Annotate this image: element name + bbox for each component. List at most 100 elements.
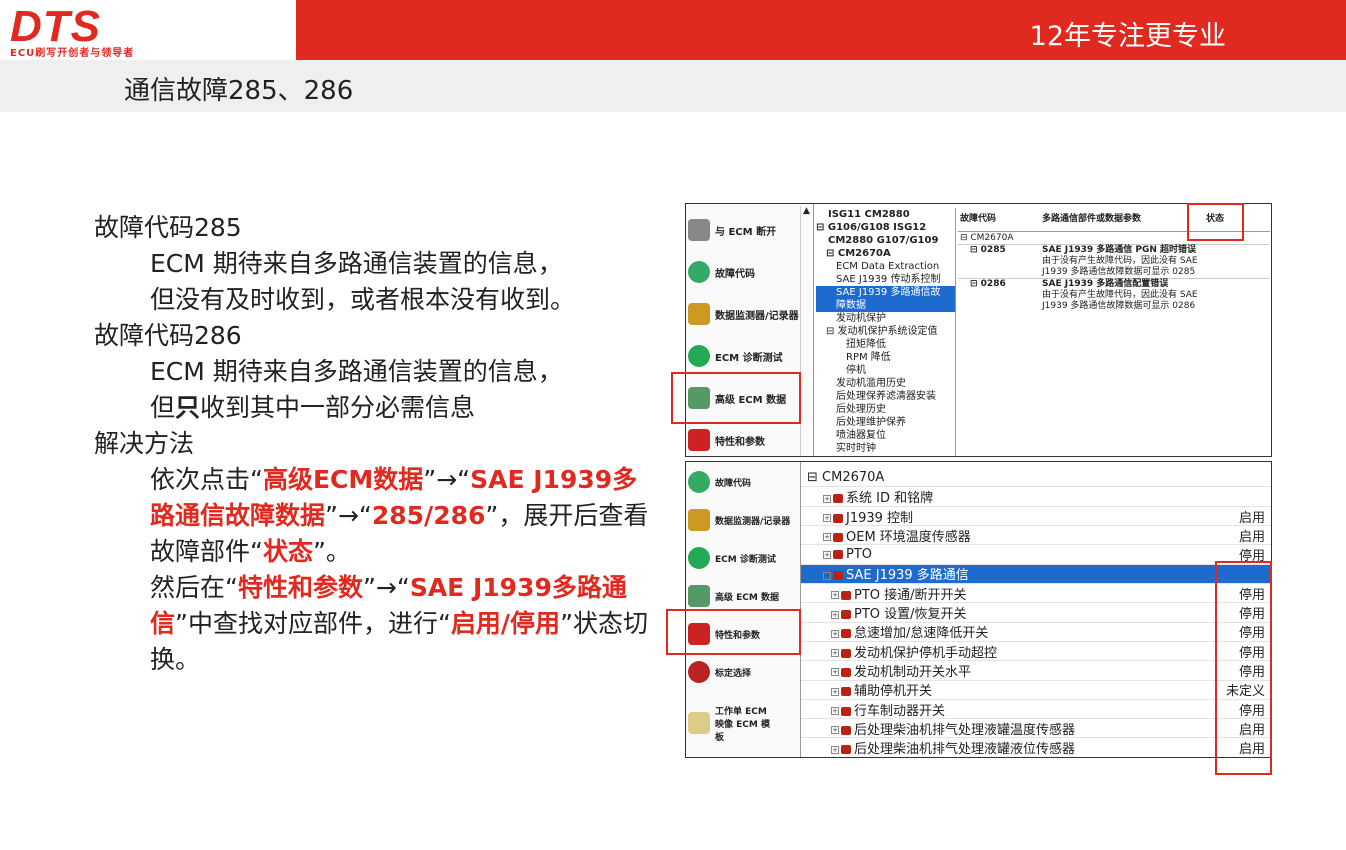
expand-icon[interactable]: + bbox=[823, 494, 831, 503]
nav-disconnect[interactable]: 与 ECM 断开 bbox=[688, 210, 802, 250]
solution-step-2: 然后在“特性和参数”→“SAE J1939多路通信”中查找对应部件，进行“启用/… bbox=[94, 570, 654, 678]
nav-ecm-diag[interactable]: ECM 诊断测试 bbox=[688, 336, 802, 376]
collapse-icon[interactable]: − bbox=[823, 571, 831, 580]
expand-icon[interactable]: + bbox=[823, 550, 831, 559]
parameter-row[interactable]: + PTO 停用 bbox=[801, 546, 1271, 565]
expand-icon[interactable]: + bbox=[823, 514, 831, 523]
flask-icon bbox=[688, 345, 710, 367]
tree-item[interactable]: ⊟ 发动机保护系统设定值 bbox=[816, 325, 955, 338]
parameter-row[interactable]: + J1939 控制 启用 bbox=[801, 507, 1271, 527]
nav-data-monitor[interactable]: 数据监测器/记录器 bbox=[688, 500, 802, 540]
parameter-row[interactable]: + PTO 设置/恢复开关 停用 bbox=[801, 603, 1271, 623]
expand-icon[interactable]: + bbox=[831, 707, 839, 716]
nav-label: 特性和参数 bbox=[715, 436, 765, 448]
fault-code: ⊟ 0285 bbox=[970, 245, 1006, 255]
solution-title: 解决方法 bbox=[94, 429, 195, 458]
emphasis: 只 bbox=[175, 393, 201, 422]
tree-item[interactable]: RPM 降低 bbox=[816, 351, 955, 364]
parameter-text: PTO bbox=[846, 547, 873, 563]
tree-item[interactable]: 后处理历史 bbox=[816, 403, 955, 416]
expand-icon[interactable]: + bbox=[831, 726, 839, 735]
parameter-row[interactable]: − SAE J1939 多路通信 bbox=[801, 564, 1271, 585]
parameter-value[interactable]: 启用 bbox=[1239, 507, 1265, 526]
table-row[interactable]: ⊟ 0285 SAE J1939 多路通信 PGN 超时错误 由于没有产生故障代… bbox=[958, 244, 1270, 278]
fault-detail: SAE J1939 多路通信配置错误 由于没有产生故障代码，因此没有 SAE J… bbox=[1042, 279, 1270, 312]
highlight: 特性和参数 bbox=[237, 573, 363, 602]
tree-root-label: ⊟ CM2670A bbox=[807, 469, 885, 485]
tree-item[interactable]: ISG11 CM2880 bbox=[816, 208, 955, 221]
nav-features[interactable]: 特性和参数 bbox=[688, 420, 802, 456]
toolbox-icon bbox=[688, 429, 710, 451]
chart-icon bbox=[688, 509, 710, 531]
tree-item-selected[interactable]: 障数据 bbox=[816, 299, 955, 312]
parameter-row[interactable]: + PTO 接通/断开开关 停用 bbox=[801, 584, 1271, 604]
parameter-row[interactable]: + 怠速增加/怠速降低开关 停用 bbox=[801, 623, 1271, 642]
parameter-text: 发动机制动开关水平 bbox=[854, 664, 972, 680]
expand-icon[interactable]: + bbox=[823, 533, 831, 542]
tree-item[interactable]: 扭矩降低 bbox=[816, 338, 955, 351]
nav-label: 数据监测器/记录器 bbox=[715, 516, 791, 527]
solution-step-1: 依次点击“高级ECM数据”→“SAE J1939多路通信故障数据”→“285/2… bbox=[94, 462, 654, 570]
parameter-text: SAE J1939 多路通信 bbox=[846, 568, 969, 584]
text-segment: 然后在“ bbox=[150, 573, 238, 602]
advanced-ecm-highlight bbox=[671, 372, 801, 424]
fault-286-title: 故障代码286 bbox=[94, 321, 242, 350]
parameter-row[interactable]: + 辅助停机开关 未定义 bbox=[801, 681, 1271, 700]
tree-root[interactable]: ⊟ CM2670A bbox=[801, 468, 1271, 488]
expand-icon[interactable]: + bbox=[831, 668, 839, 677]
tree-item[interactable]: 发动机滥用历史 bbox=[816, 377, 955, 390]
nav-data-monitor[interactable]: 数据监测器/记录器 bbox=[688, 294, 802, 334]
tree-item-selected[interactable]: SAE J1939 多路通信故 bbox=[816, 286, 955, 299]
tree-item[interactable]: 停机 bbox=[816, 364, 955, 377]
expand-icon[interactable]: + bbox=[831, 687, 839, 696]
parameter-text: OEM 环境温度传感器 bbox=[846, 529, 971, 545]
nav-work-order[interactable]: 工作单 ECM 映像 ECM 模板 bbox=[688, 698, 802, 748]
col-component: 多路通信部件或数据参数 bbox=[1042, 214, 1142, 224]
toolbox-icon bbox=[833, 513, 843, 523]
tree-item[interactable]: ⊟ G106/G108 ISG12 bbox=[816, 221, 955, 234]
parameter-row[interactable]: + 系统 ID 和铭牌 bbox=[801, 488, 1271, 507]
expand-icon[interactable]: + bbox=[831, 591, 839, 600]
text-segment: ”→“ bbox=[325, 501, 372, 530]
expand-icon[interactable]: + bbox=[831, 649, 839, 658]
tree-item[interactable]: 实时时钟 bbox=[816, 442, 955, 455]
tree-item[interactable]: SAE J1939 传动系控制 bbox=[816, 273, 955, 286]
parameter-text: PTO 接通/断开开关 bbox=[854, 587, 967, 603]
fault-title: SAE J1939 多路通信配置错误 bbox=[1042, 279, 1169, 289]
expand-icon[interactable]: + bbox=[831, 610, 839, 619]
highlight: 状态 bbox=[262, 537, 313, 566]
nav-ecm-diag[interactable]: ECM 诊断测试 bbox=[688, 538, 802, 578]
fault-285-desc-2: 但没有及时收到，或者根本没有收到。 bbox=[150, 285, 576, 314]
nav-fault-codes[interactable]: 故障代码 bbox=[688, 252, 802, 292]
parameter-row[interactable]: + 行车制动器开关 停用 bbox=[801, 700, 1271, 720]
nav-fault-codes[interactable]: 故障代码 bbox=[688, 462, 802, 502]
parameter-label: + 系统 ID 和铭牌 bbox=[823, 487, 933, 506]
nav-calibration[interactable]: 标定选择 bbox=[688, 652, 802, 692]
parameter-value[interactable]: 启用 bbox=[1239, 526, 1265, 545]
parameter-row[interactable]: + 后处理柴油机排气处理液罐液位传感器 启用 bbox=[801, 738, 1271, 757]
tree-item[interactable]: ⊟ CM2670A bbox=[816, 247, 955, 260]
text-segment: 依次点击“ bbox=[150, 465, 263, 494]
parameter-row[interactable]: + OEM 环境温度传感器 启用 bbox=[801, 526, 1271, 546]
parameter-label: + 后处理柴油机排气处理液罐液位传感器 bbox=[831, 738, 1075, 757]
tree-item[interactable]: 后处理保养滤清器安装 bbox=[816, 390, 955, 403]
parameter-row[interactable]: + 发动机制动开关水平 停用 bbox=[801, 661, 1271, 681]
tree-item[interactable]: 发动机保护 bbox=[816, 312, 955, 325]
tree-item[interactable]: ECM Data Extraction bbox=[816, 260, 955, 273]
expand-icon[interactable]: + bbox=[831, 745, 839, 754]
tree-item[interactable]: 喷油器复位 bbox=[816, 429, 955, 442]
tree-item[interactable]: CM2880 G107/G109 bbox=[816, 234, 955, 247]
fault-data-table: 故障代码 多路通信部件或数据参数 状态 ⊟ CM2670A ⊟ 0285 SAE… bbox=[958, 204, 1270, 456]
fault-286-desc-2: 但只收到其中一部分必需信息 bbox=[94, 390, 654, 426]
tree-item[interactable]: 后处理维护保养 bbox=[816, 416, 955, 429]
parameter-label: + PTO 设置/恢复开关 bbox=[831, 603, 967, 622]
disc-icon bbox=[688, 661, 710, 683]
table-row[interactable]: ⊟ 0286 SAE J1939 多路通信配置错误 由于没有产生故障代码，因此没… bbox=[958, 278, 1270, 312]
parameter-row[interactable]: + 发动机保护停机手动超控 停用 bbox=[801, 642, 1271, 662]
parameter-row[interactable]: + 后处理柴油机排气处理液罐温度传感器 启用 bbox=[801, 719, 1271, 739]
ecm-tree: ISG11 CM2880 ⊟ G106/G108 ISG12 CM2880 G1… bbox=[816, 208, 956, 456]
expand-icon[interactable]: + bbox=[831, 629, 839, 638]
scrollbar[interactable]: ▲ bbox=[800, 206, 812, 456]
parameter-label: + 怠速增加/怠速降低开关 bbox=[831, 622, 988, 641]
parameter-label: + 发动机保护停机手动超控 bbox=[831, 642, 997, 661]
